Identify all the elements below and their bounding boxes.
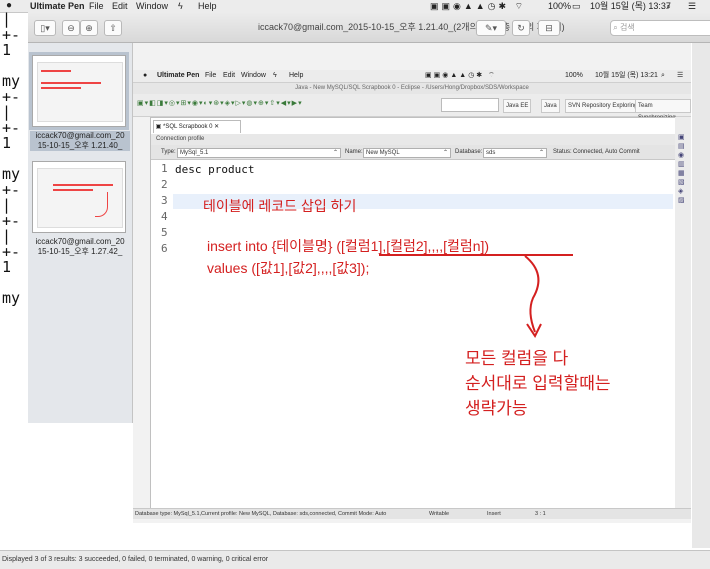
annotation-arrow (524, 255, 542, 338)
inner-battery-percent: 100% (565, 72, 583, 79)
menu-window[interactable]: Window (136, 0, 168, 12)
bottom-status-text: Displayed 3 of 3 results: 3 succeeded, 0… (1, 556, 269, 563)
thumbnail-sidebar: iccack70@gmail.com_20 15-10-15_오후 1.21.40… (28, 43, 133, 423)
type-label: Type: (161, 149, 176, 155)
name-chevron-icon: ⌃ (442, 150, 448, 156)
thumbnail-2[interactable] (32, 161, 126, 233)
inner-menu-help: Help (289, 72, 304, 79)
annotation-note-3: 생략가능 (465, 399, 528, 418)
search-icon[interactable]: ⌕ (666, 0, 671, 12)
eclipse-window-title: Java - New MySQL/SQL Scrapbook 0 - Eclip… (133, 83, 691, 94)
perspective-java-ee: Java EE (503, 99, 532, 113)
name-label: Name: (345, 149, 363, 155)
thumbnail-2-caption: iccack70@gmail.com_20 15-10-15_오후 1.27.42… (35, 237, 125, 256)
terminal-background-text: | +- 1 my +- | +- 1 my +- | +- | +- 1 my (2, 12, 30, 422)
line-number-gutter: 1 2 3 4 5 6 (151, 162, 173, 522)
menu-help[interactable]: Help (198, 0, 217, 12)
menu-edit[interactable]: Edit (112, 0, 128, 12)
perspective-team-sync: Team Synchronizing (635, 99, 691, 121)
status-insert: Insert (487, 511, 501, 517)
sidebar-toggle-button[interactable]: ▯▾ (34, 20, 56, 36)
connection-profile-bar: Type: MySql_5.1 ⌃ Name: New MySQL ⌃ Databa… (151, 145, 675, 160)
battery-percent[interactable]: 100% (548, 0, 571, 12)
annotation-insert: insert into {테이블명} ([컬럼1],[컬럼2],,,,[컬럼n]… (207, 238, 490, 254)
status-label: Status: (553, 149, 572, 155)
type-select: MySql_5.1 ⌃ (177, 148, 341, 158)
code-line-1: desc product (175, 163, 255, 176)
annotation-title: 테이블에 레코드 삽입 하기 (203, 198, 357, 214)
search-field[interactable]: ⌕ 검색 (610, 20, 710, 36)
eclipse-quick-access (441, 98, 499, 112)
search-placeholder: 검색 (619, 23, 635, 32)
database-label: Database: (455, 149, 483, 155)
toolbox-button[interactable]: ⊟ (538, 20, 560, 36)
sql-editor: ▣ *SQL Scrapbook 0 ✕ Connection profile … (150, 117, 676, 514)
line-number: 4 (161, 210, 168, 223)
line-number: 2 (161, 178, 168, 191)
thumbnail-1[interactable] (29, 52, 129, 130)
eclipse-toolbar-icons: ▣▾◧◨▾◎▾⊞▾◉▾◐▾⊛▾◈▾▷▾◍▾⊕▾⇧▾◀▾▶▾ (137, 100, 303, 107)
menu-app-name[interactable]: Ultimate Pen (30, 0, 85, 12)
connection-profile-header: Connection profile (151, 134, 675, 145)
terminal-line: my (2, 289, 21, 307)
name-value: New MySQL (366, 150, 400, 156)
preview-scroll-gutter[interactable] (692, 43, 710, 548)
share-button[interactable]: ⇧ (104, 20, 122, 36)
inner-list-icon: ☰ (677, 72, 684, 79)
status-bar-text: Database type: MySql_5.1,Current profile… (135, 511, 387, 517)
editor-tab-label: *SQL Scrapbook 0 (163, 124, 213, 130)
database-value: sds (486, 150, 496, 156)
preview-toolbar: ▯▾ ⊖ ⊕ ⇧ iccack70@gmail.com_2015-10-15_오… (28, 12, 710, 43)
zoom-out-button[interactable]: ⊖ (62, 20, 80, 36)
battery-icon[interactable]: ▭ (572, 0, 581, 12)
eclipse-status-bar: Database type: MySql_5.1,Current profile… (133, 508, 691, 519)
bolt-icon[interactable]: ϟ (178, 0, 183, 12)
inner-menu-bar: ● Ultimate Pen File Edit Window ϟ Help ▣… (133, 70, 691, 83)
eclipse-side-icons: ▣ ▤ ◉ ▥ ▦ ▧ ◈ ▨ (678, 134, 685, 204)
inner-search-icon: ⌕ (661, 72, 665, 79)
thumbnail-1-caption: iccack70@gmail.com_20 15-10-15_오후 1.21.40… (30, 131, 130, 151)
database-chevron-icon: ⌃ (538, 150, 544, 156)
eclipse-toolbar: ▣▾◧◨▾◎▾⊞▾◉▾◐▾⊛▾◈▾▷▾◍▾⊕▾⇧▾◀▾▶▾ Java EE Ja… (133, 94, 691, 121)
annotation-note-1: 모든 컬럼을 다 (465, 349, 569, 368)
line-number: 5 (161, 226, 168, 239)
inner-app-name: Ultimate Pen (157, 72, 200, 79)
editor-tab: ▣ *SQL Scrapbook 0 ✕ (153, 120, 241, 133)
type-chevron-icon: ⌃ (332, 150, 338, 156)
menu-file[interactable]: File (89, 0, 104, 12)
type-value: MySql_5.1 (180, 150, 209, 156)
zoom-in-button[interactable]: ⊕ (80, 20, 98, 36)
name-select: New MySQL ⌃ (363, 148, 451, 158)
bottom-status-bar: Displayed 3 of 3 results: 3 succeeded, 0… (0, 550, 710, 569)
inner-clock: 10월 15일 (목) 13:21 (595, 72, 658, 79)
status-value: Connected, Auto Commit (573, 149, 640, 155)
inner-apple-icon: ● (143, 72, 148, 79)
line-number: 1 (161, 162, 168, 175)
annotation-values: values ([값1],[값2],,,,[값3]); (207, 260, 370, 276)
inner-menu-edit: Edit (223, 72, 236, 79)
rotate-button[interactable]: ↻ (512, 20, 530, 36)
line-number: 3 (161, 194, 168, 207)
inner-menu-file: File (205, 72, 217, 79)
status-writable: Writable (429, 511, 450, 517)
annotation-note-2: 순서대로 입력할때는 (465, 374, 611, 393)
markup-pen-button[interactable]: ✎▾ (476, 20, 506, 36)
clock[interactable]: 10월 15일 (목) 13:37 (590, 0, 671, 12)
connection-profile-label: Connection profile (156, 136, 205, 142)
status-icons[interactable]: ▣▣◉▲▲◷✱ ⌔ (430, 0, 526, 12)
database-select: sds ⌃ (483, 148, 547, 158)
perspective-java: Java (541, 99, 560, 113)
list-icon[interactable]: ☰ (688, 0, 696, 12)
inner-menu-window: Window (241, 72, 266, 79)
inner-status-icons: ▣▣◉▲▲◷✱ ⌔ (425, 72, 497, 79)
status-cursor-pos: 3 : 1 (535, 511, 546, 517)
perspective-svn: SVN Repository Exploring (565, 99, 641, 113)
eclipse-right-toolbar: ▣ ▤ ◉ ▥ ▦ ▧ ◈ ▨ (675, 117, 691, 512)
inner-bolt-icon: ϟ (273, 72, 277, 79)
apple-icon[interactable]: ● (6, 0, 12, 12)
line-number: 6 (161, 242, 168, 255)
